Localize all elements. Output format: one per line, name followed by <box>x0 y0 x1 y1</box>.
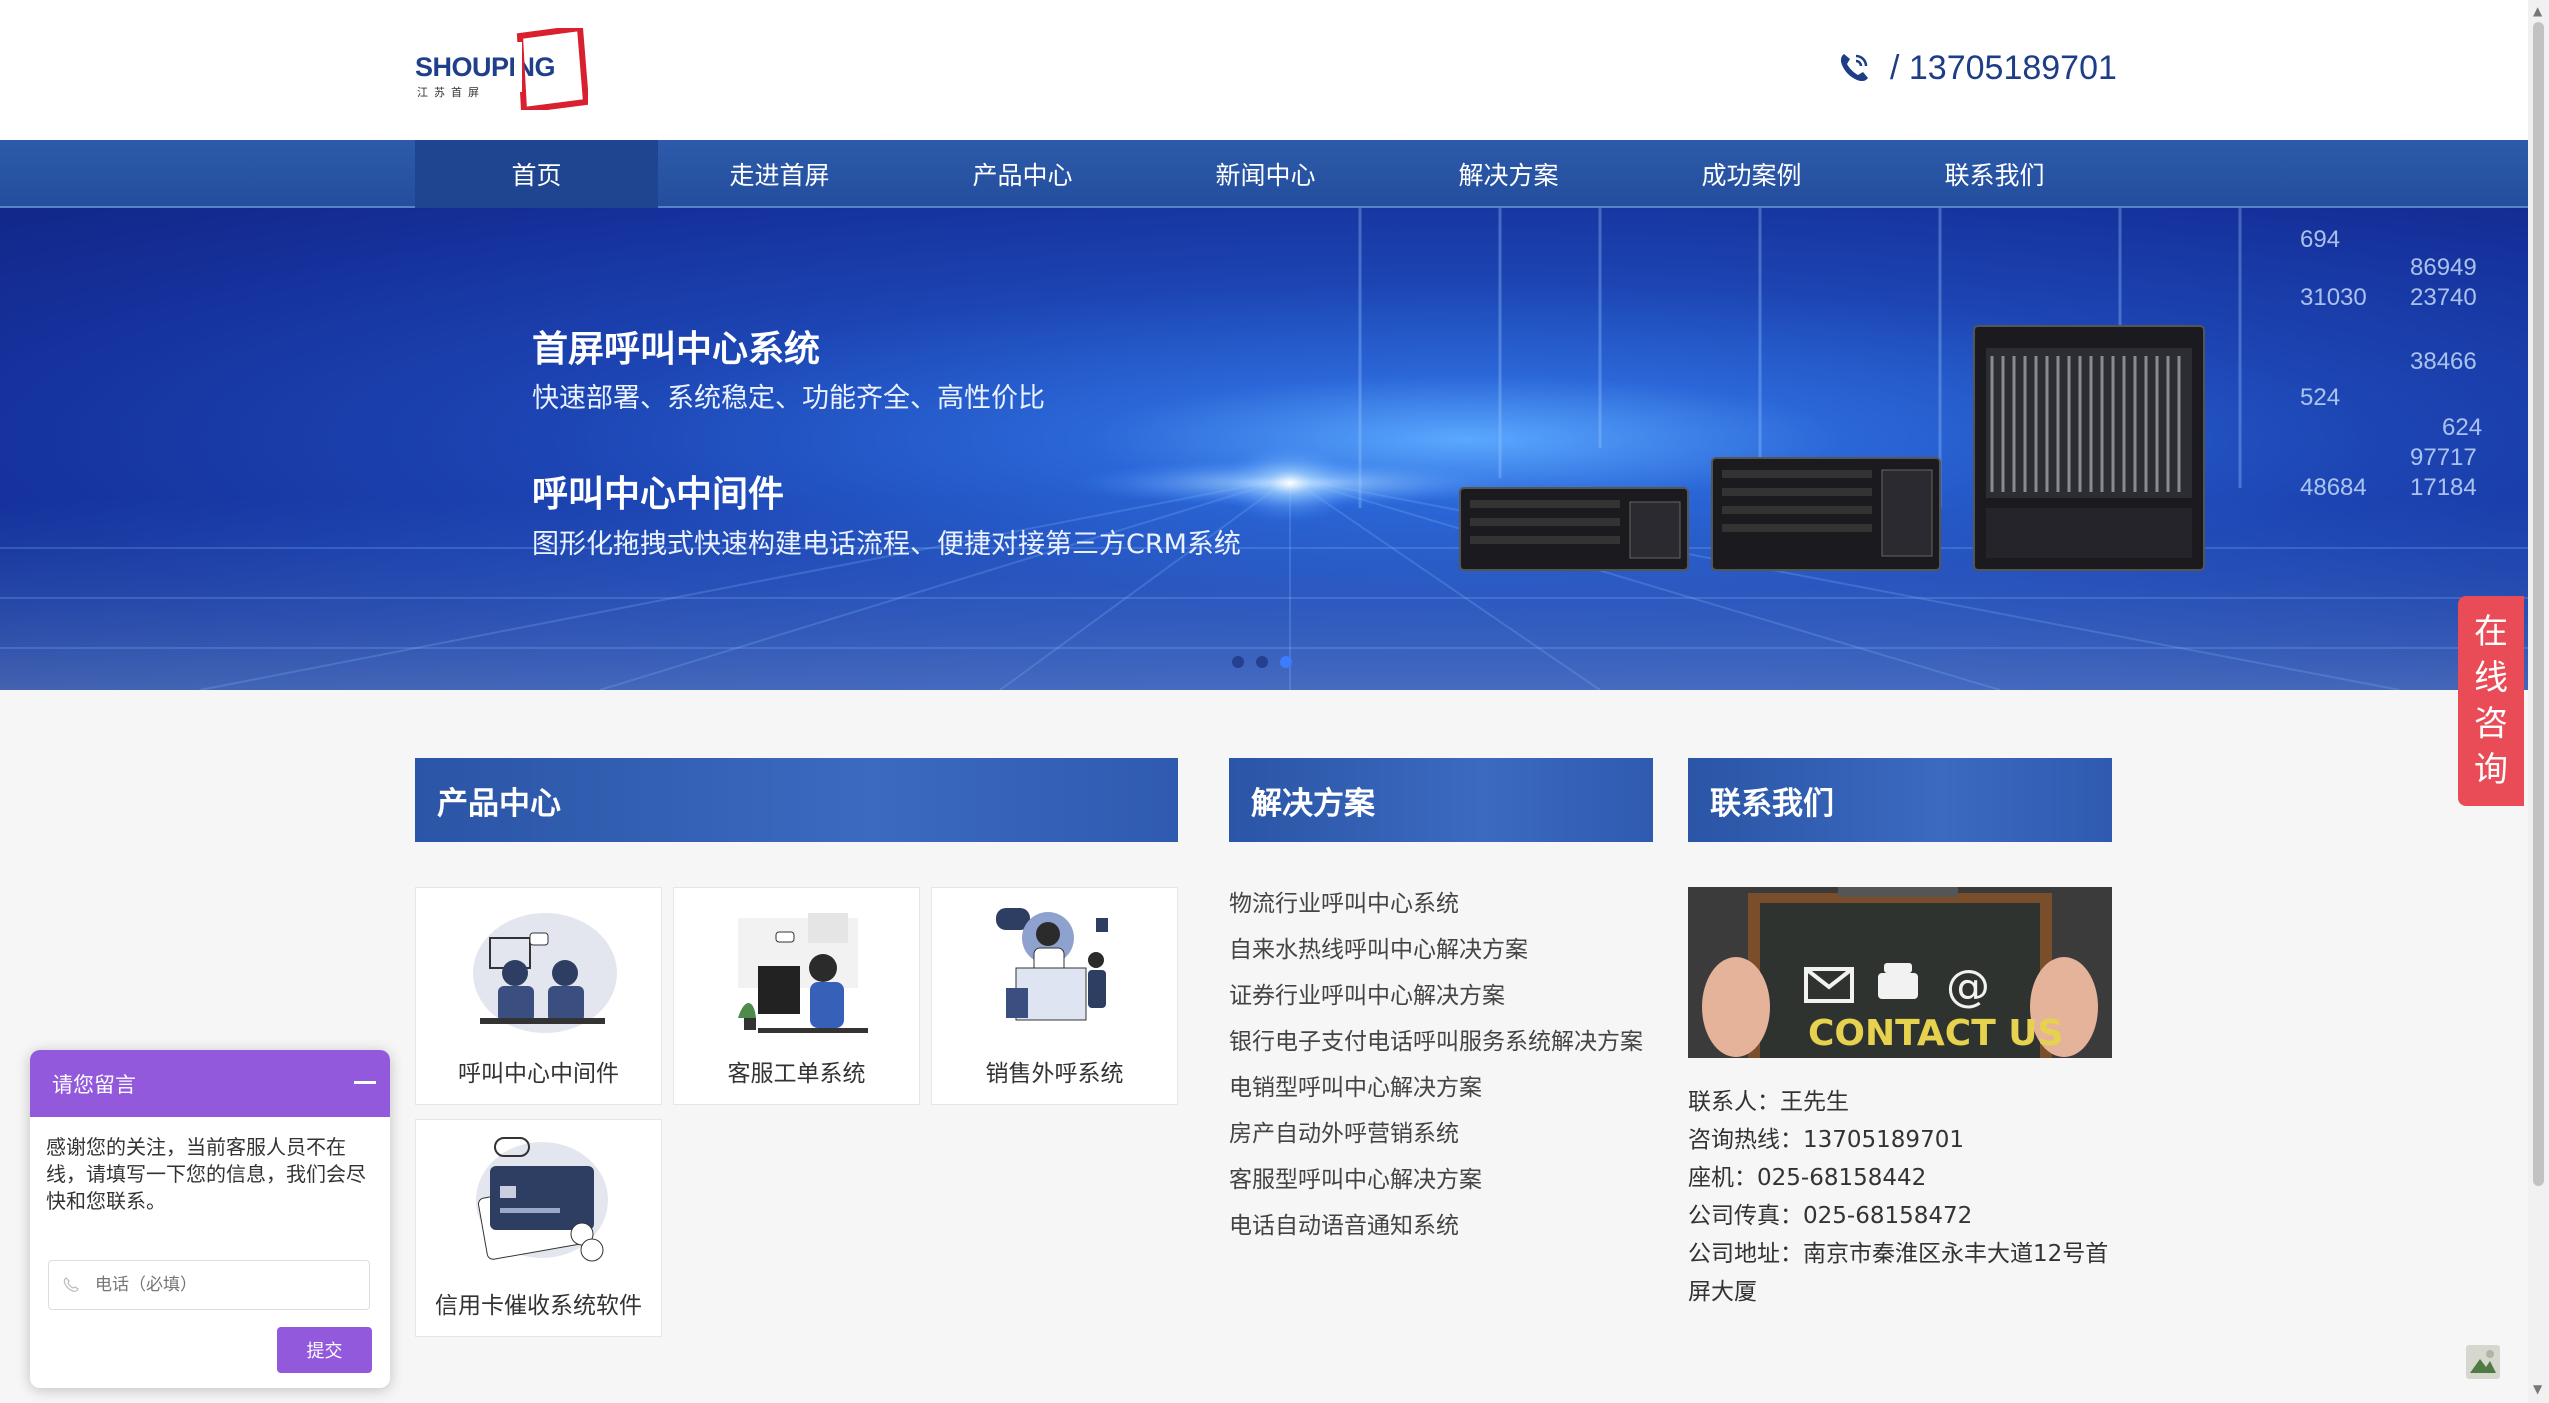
scroll-up-icon[interactable]: ▲ <box>2533 4 2542 18</box>
logo-subtext: 江苏首屏 <box>417 86 485 99</box>
nav-item-home[interactable]: 首页 <box>415 140 658 208</box>
main-nav: 首页 走进首屏 产品中心 新闻中心 解决方案 成功案例 联系我们 <box>0 140 2528 208</box>
company-logo[interactable]: SHOUPING 江苏首屏 <box>415 28 588 110</box>
product-card-credit-collection[interactable]: 信用卡催收系统软件 <box>415 1119 662 1337</box>
online-consult-tab[interactable]: 在 线 咨 询 <box>2458 596 2524 806</box>
banner-number: 694 <box>2300 226 2341 253</box>
contact-us-chalk-text: CONTACT US <box>1808 1013 2063 1054</box>
sales-call-illustration-icon <box>996 908 1108 1021</box>
contact-info: 联系人：王先生 咨询热线：13705189701 座机：025-68158442… <box>1688 1083 2118 1311</box>
corner-widget-icon[interactable] <box>2466 1345 2500 1379</box>
banner-dot[interactable] <box>1232 656 1244 668</box>
banner-number: 17184 <box>2410 474 2477 501</box>
banner-number-decoration: 694 86949 31030 23740 38466 524 624 9771… <box>2300 218 2520 518</box>
banner-pagination <box>1232 656 1292 668</box>
chalkboard-contact-icon: @ CONTACT US <box>1688 887 2112 1058</box>
leave-message-widget: 请您留言 感谢您的关注，当前客服人员不在线，请填写一下您的信息，我们会尽快和您联… <box>30 1050 390 1388</box>
nav-item-cases[interactable]: 成功案例 <box>1630 140 1873 208</box>
chat-phone-input[interactable] <box>95 1275 345 1295</box>
banner-title-1: 首屏呼叫中心系统 <box>532 329 821 370</box>
banner-number: 48684 <box>2300 474 2367 501</box>
consult-char: 询 <box>2474 750 2508 790</box>
product-label: 呼叫中心中间件 <box>458 1061 619 1087</box>
banner-dot-active[interactable] <box>1280 656 1292 668</box>
contact-person: 联系人：王先生 <box>1688 1089 1849 1115</box>
hero-banner[interactable]: 694 86949 31030 23740 38466 524 624 9771… <box>0 208 2528 690</box>
consult-char: 线 <box>2474 658 2508 698</box>
banner-title-2: 呼叫中心中间件 <box>532 474 785 515</box>
solution-link[interactable]: 房产自动外呼营销系统 <box>1229 1114 1643 1160</box>
solution-link[interactable]: 自来水热线呼叫中心解决方案 <box>1229 930 1643 976</box>
nav-item-products[interactable]: 产品中心 <box>901 140 1144 208</box>
product-card-middleware[interactable]: 呼叫中心中间件 <box>415 887 662 1105</box>
page-scrollbar[interactable]: ▲ ▼ <box>2528 0 2549 1403</box>
contact-address: 公司地址：南京市秦淮区永丰大道12号首屏大厦 <box>1688 1241 2109 1305</box>
chat-message: 感谢您的关注，当前客服人员不在线，请填写一下您的信息，我们会尽快和您联系。 <box>46 1135 366 1213</box>
minimize-icon[interactable] <box>354 1081 376 1084</box>
consult-char: 咨 <box>2474 704 2508 744</box>
banner-number: 624 <box>2442 414 2483 441</box>
contact-hotline: 咨询热线：13705189701 <box>1688 1127 1964 1153</box>
solutions-section-header[interactable]: 解决方案 <box>1229 758 1653 842</box>
chat-phone-field[interactable] <box>48 1260 370 1310</box>
solution-link[interactable]: 电话自动语音通知系统 <box>1229 1206 1643 1252</box>
solution-link[interactable]: 物流行业呼叫中心系统 <box>1229 884 1643 930</box>
banner-subtitle-2: 图形化拖拽式快速构建电话流程、便捷对接第三方CRM系统 <box>532 529 1241 560</box>
scroll-down-icon[interactable]: ▼ <box>2533 1382 2542 1396</box>
solutions-list: 物流行业呼叫中心系统 自来水热线呼叫中心解决方案 证券行业呼叫中心解决方案 银行… <box>1229 884 1643 1252</box>
customer-service-illustration-icon <box>738 913 868 1033</box>
banner-number: 86949 <box>2410 254 2477 281</box>
nav-item-news[interactable]: 新闻中心 <box>1144 140 1387 208</box>
nav-item-about[interactable]: 走进首屏 <box>658 140 901 208</box>
banner-subtitle-1: 快速部署、系统稳定、功能齐全、高性价比 <box>532 383 1045 414</box>
header-phone-number: / 13705189701 <box>1890 48 2117 87</box>
contact-section-header[interactable]: 联系我们 <box>1688 758 2112 842</box>
svg-text:@: @ <box>1946 961 1990 1012</box>
solution-link[interactable]: 客服型呼叫中心解决方案 <box>1229 1160 1643 1206</box>
product-label: 信用卡催收系统软件 <box>435 1293 642 1319</box>
contact-landline: 座机：025-68158442 <box>1688 1165 1927 1191</box>
phone-icon <box>63 1277 79 1292</box>
product-card-ticket-system[interactable]: 客服工单系统 <box>673 887 920 1105</box>
product-label: 销售外呼系统 <box>985 1061 1124 1087</box>
banner-number: 524 <box>2300 384 2341 411</box>
chat-title: 请您留言 <box>52 1072 136 1097</box>
solution-link[interactable]: 电销型呼叫中心解决方案 <box>1229 1068 1643 1114</box>
banner-dot[interactable] <box>1256 656 1268 668</box>
banner-number: 38466 <box>2410 348 2477 375</box>
product-card-outbound-sales[interactable]: 销售外呼系统 <box>931 887 1178 1105</box>
call-center-illustration-icon <box>473 913 617 1033</box>
product-label: 客服工单系统 <box>727 1061 866 1087</box>
header-phone[interactable]: / 13705189701 <box>1836 48 2528 88</box>
contact-fax: 公司传真：025-68158472 <box>1688 1203 1973 1229</box>
banner-tech-background <box>0 208 2528 690</box>
contact-us-image: @ CONTACT US <box>1688 887 2112 1058</box>
chat-header[interactable]: 请您留言 <box>30 1050 390 1117</box>
nav-item-solutions[interactable]: 解决方案 <box>1387 140 1630 208</box>
solution-link[interactable]: 银行电子支付电话呼叫服务系统解决方案 <box>1229 1022 1643 1068</box>
products-section-header[interactable]: 产品中心 <box>415 758 1178 842</box>
credit-card-illustration-icon <box>476 1137 608 1262</box>
site-header: SHOUPING 江苏首屏 / 13705189701 <box>0 0 2528 140</box>
consult-char: 在 <box>2474 612 2508 652</box>
phone-icon <box>1840 54 1868 82</box>
logo-frame-icon <box>514 28 588 110</box>
scroll-thumb[interactable] <box>2533 22 2544 1186</box>
solution-link[interactable]: 证券行业呼叫中心解决方案 <box>1229 976 1643 1022</box>
banner-number: 97717 <box>2410 444 2477 471</box>
nav-item-contact[interactable]: 联系我们 <box>1873 140 2116 208</box>
banner-number: 31030 <box>2300 284 2367 311</box>
chat-submit-button[interactable]: 提交 <box>277 1327 372 1373</box>
banner-number: 23740 <box>2410 284 2477 311</box>
